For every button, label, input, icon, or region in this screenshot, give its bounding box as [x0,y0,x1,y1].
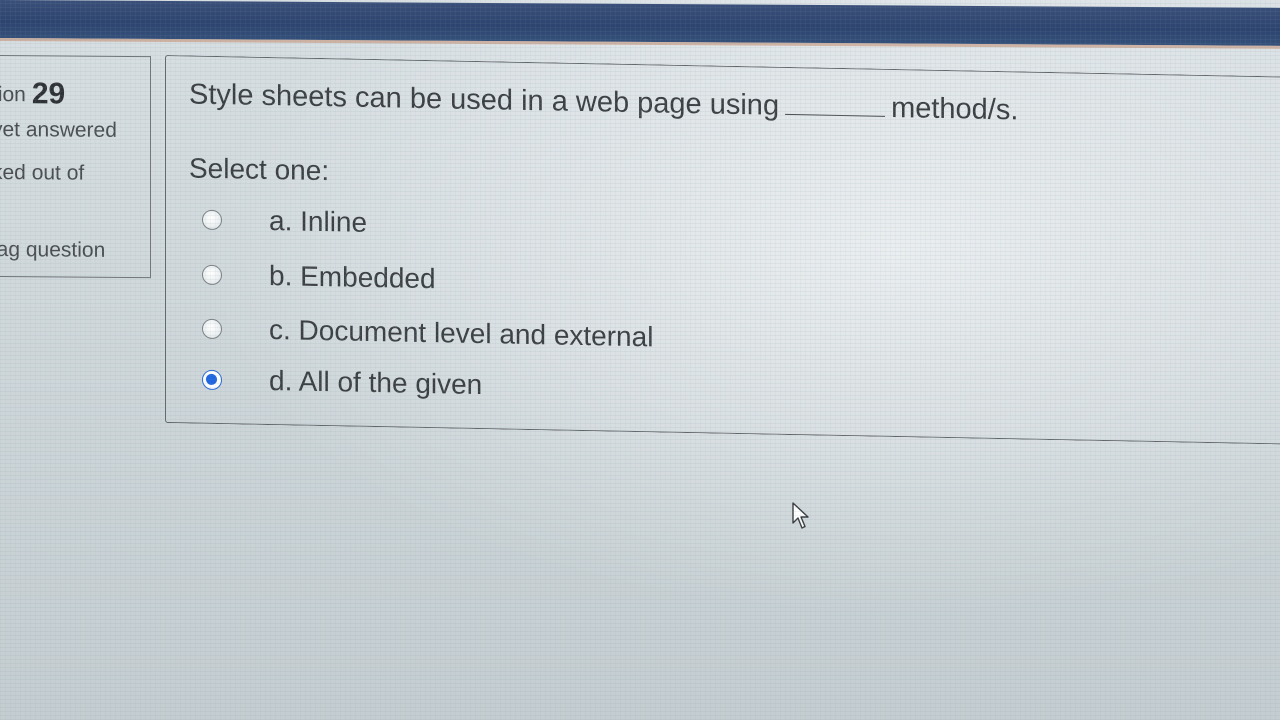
question-number-value: 29 [31,77,66,111]
question-state: yet answered [0,118,117,142]
question-text-after: method/s. [891,91,1019,127]
select-one-prompt: Select one: [189,152,330,187]
answer-label-d[interactable]: d. All of the given [269,365,482,401]
question-label: tion [0,83,26,107]
flag-question-link[interactable]: lag question [0,238,105,263]
question-marks: ked out of [0,161,85,185]
answer-option-c[interactable]: c. Document level and external [202,312,653,355]
radio-button-c[interactable] [202,318,222,340]
question-number: tion 29 [0,77,65,112]
question-text: Style sheets can be used in a web page u… [189,78,1018,127]
answer-option-d[interactable]: d. All of the given [202,363,482,402]
answer-label-b[interactable]: b. Embedded [269,260,436,295]
answer-option-b[interactable]: b. Embedded [202,258,436,296]
question-text-before: Style sheets can be used in a web page u… [189,78,780,122]
radio-button-d[interactable] [202,369,222,391]
radio-button-b[interactable] [202,264,222,286]
question-blank [785,93,886,117]
top-bar [0,0,1280,46]
answer-label-c[interactable]: c. Document level and external [269,314,653,353]
answer-label-a[interactable]: a. Inline [269,205,367,239]
mouse-pointer-icon [792,502,809,529]
question-info-panel: tion 29 yet answered ked out of lag quest… [0,55,151,279]
radio-button-a[interactable] [202,209,222,231]
question-content: Style sheets can be used in a web page u… [165,55,1280,447]
answer-option-a[interactable]: a. Inline [202,203,367,240]
